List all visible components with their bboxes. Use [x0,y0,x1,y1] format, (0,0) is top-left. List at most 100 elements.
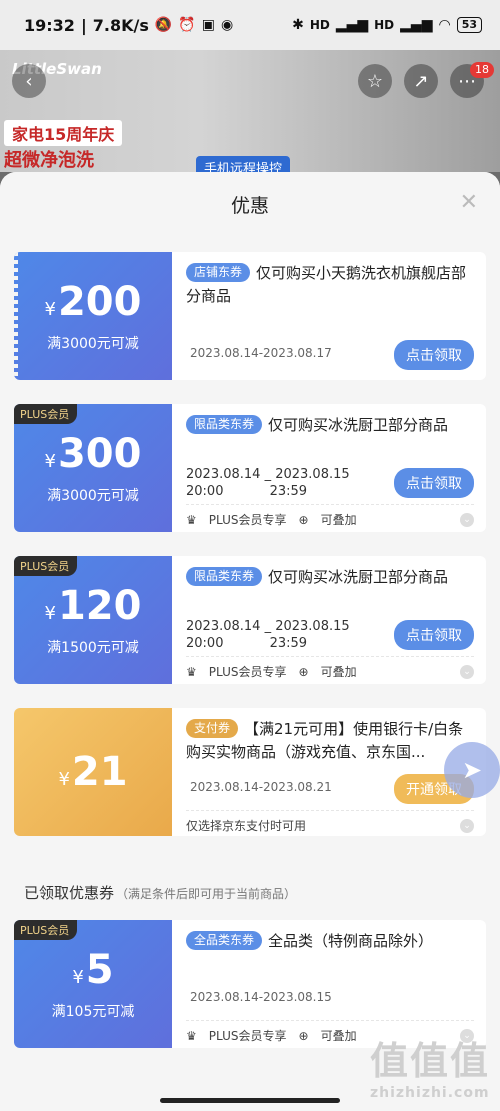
coupon-amount: ¥ 300 [45,431,142,477]
signal-icon: ▂▄▆ [335,17,369,33]
coupon-stub: ¥ 21 [14,708,172,836]
crown-icon: ♛ [186,1028,197,1043]
send-icon[interactable]: ➤ [444,742,500,798]
claimed-subtitle: （满足条件后即可用于当前商品） [116,887,297,901]
amount-value: 21 [71,749,128,795]
end-date: 2023.08.15 [275,467,350,482]
coupon-title: 仅可购买冰洗厨卫部分商品 [268,568,449,586]
start-time: 20:00 [186,484,224,499]
plus-exclusive-label: PLUS会员专享 [208,665,287,679]
coupon-dates: 2023.08.14-2023.08.17 [190,346,332,360]
start-date: 2023.08.14 [186,467,261,482]
coupon-title: 全品类（特例商品除外） [268,932,434,950]
notification-badge: 18 [470,62,494,78]
battery-indicator: 53 [456,17,482,33]
end-date: 2023.08.15 [275,619,350,634]
watermark: 值值值 zhizhizhi.com [370,1030,490,1101]
home-indicator[interactable] [160,1098,340,1103]
end-time: 23:59 [269,636,308,651]
claim-button[interactable]: 点击领取 [394,340,474,370]
stackable-label: 可叠加 [320,513,357,527]
yen-symbol: ¥ [44,299,56,320]
share-icon[interactable]: ↗ [404,64,438,98]
coupon-condition: 满105元可减 [51,1004,135,1020]
coupon-card: PLUS会员 ¥ 120 满1500元可减 限品类东券 仅可购买冰洗厨卫部分商品 … [14,556,486,684]
yen-symbol: ¥ [58,769,70,790]
coupon-body: 店铺东券 仅可购买小天鹅洗衣机旗舰店部分商品 2023.08.14-2023.08… [172,252,486,380]
amount-value: 5 [85,947,114,993]
coupon-title-row: 店铺东券 仅可购买小天鹅洗衣机旗舰店部分商品 [186,262,474,308]
coupon-meta: ♛ PLUS会员专享 ⊕ 可叠加 ⌄ [186,656,474,680]
plus-member-badge: PLUS会员 [14,920,78,940]
sheet-title: 优惠 [230,194,269,217]
coupon-type-tag: 限品类东券 [186,567,263,586]
coupon-dates: 2023.08.14 _ 2023.08.15 20:00 23:59 [186,466,350,500]
date-separator: _ [264,467,272,482]
watermark-url: zhizhizhi.com [369,1085,490,1101]
signal-icon-2: ▂▄▆ [400,17,433,33]
date-separator: _ [264,619,272,634]
close-icon[interactable]: ✕ [460,190,478,215]
signal-hd-label: HD [309,18,330,32]
coupon-type-tag: 支付券 [186,719,239,738]
coupon-meta: ♛ PLUS会员专享 ⊕ 可叠加 ⌄ [186,504,474,528]
amount-value: 120 [57,583,142,629]
status-separator: | [80,15,87,35]
sheet-header: 优惠 ✕ [0,172,500,236]
chevron-down-icon[interactable]: ⌄ [460,664,474,679]
coupon-amount: ¥ 21 [58,749,127,795]
coupon-body: 全品类东券 全品类（特例商品除外） 2023.08.14-2023.08.15 ♛… [172,920,486,1048]
plus-exclusive-label: PLUS会员专享 [208,1029,287,1043]
coupon-type-tag: 限品类东券 [186,415,263,434]
coupon-amount: ¥ 200 [45,279,142,325]
coupon-type-tag: 店铺东券 [186,263,251,282]
status-speed: 7.8K/s [92,15,149,35]
coupon-title-row: 限品类东券 仅可购买冰洗厨卫部分商品 [186,566,474,589]
claimed-title: 已领取优惠券 [24,884,115,902]
coupon-body: 限品类东券 仅可购买冰洗厨卫部分商品 2023.08.14 _ 2023.08.1… [172,556,486,684]
wifi-icon: ◠ [438,17,451,33]
coupon-stub: PLUS会员 ¥ 300 满3000元可减 [14,404,172,532]
favorite-icon[interactable]: ☆ [358,64,392,98]
coupon-sheet: 优惠 ✕ ¥ 200 满3000元可减 店铺东券 仅可购买小天鹅洗衣机旗舰店部分商… [0,172,500,1111]
yen-symbol: ¥ [44,451,56,472]
coupon-card: ¥ 200 满3000元可减 店铺东券 仅可购买小天鹅洗衣机旗舰店部分商品 202… [14,252,486,380]
alarm-icon: ⏰ [178,17,196,33]
anniversary-label: 家电15周年庆 [4,120,123,146]
claim-button[interactable]: 点击领取 [394,620,474,650]
coupon-meta: 仅选择京东支付时可用 ⌄ [186,810,474,834]
payment-only-note: 仅选择京东支付时可用 [186,819,307,833]
claimed-coupon-card: PLUS会员 ¥ 5 满105元可减 全品类东券 全品类（特例商品除外） 2023… [14,920,486,1048]
coupon-title: 仅可购买冰洗厨卫部分商品 [268,416,449,434]
amount-value: 200 [57,279,142,325]
coupon-body: 支付券 【满21元可用】使用银行卡/白条购买实物商品（游戏充值、京东国... 20… [172,708,486,836]
stack-icon: ⊕ [298,664,309,679]
crown-icon: ♛ [186,664,197,679]
stub-edge [14,252,18,380]
chevron-down-icon[interactable]: ⌄ [460,818,474,833]
watermark-logo: 值值值 [369,1039,490,1083]
status-time: 19:32 [24,15,75,35]
remote-control-label: 手机远程操控 [196,156,291,172]
coupon-dates: 2023.08.14-2023.08.15 [190,990,332,1004]
coupon-condition: 满1500元可减 [47,640,139,656]
amount-value: 300 [57,431,142,477]
bluetooth-icon: ✱ [292,17,304,33]
coupon-condition: 满3000元可减 [47,488,139,504]
stack-icon: ⊕ [298,512,309,527]
coupon-title-row: 支付券 【满21元可用】使用银行卡/白条购买实物商品（游戏充值、京东国... [186,718,474,764]
coupon-stub: PLUS会员 ¥ 120 满1500元可减 [14,556,172,684]
back-icon[interactable]: ‹ [12,64,46,98]
coupon-type-tag: 全品类东券 [186,931,263,950]
coupon-card: ¥ 21 支付券 【满21元可用】使用银行卡/白条购买实物商品（游戏充值、京东国.… [14,708,486,836]
coupon-body: 限品类东券 仅可购买冰洗厨卫部分商品 2023.08.14 _ 2023.08.1… [172,404,486,532]
stackable-label: 可叠加 [320,1029,357,1043]
mute-icon: 🔕 [154,17,173,33]
chevron-down-icon[interactable]: ⌄ [460,512,474,527]
claim-button[interactable]: 点击领取 [394,468,474,498]
coupon-card: PLUS会员 ¥ 300 满3000元可减 限品类东券 仅可购买冰洗厨卫部分商品 … [14,404,486,532]
coupon-amount: ¥ 5 [72,947,113,993]
plus-exclusive-label: PLUS会员专享 [208,513,287,527]
coupon-amount: ¥ 120 [45,583,142,629]
qq-icon: ◉ [221,17,234,33]
